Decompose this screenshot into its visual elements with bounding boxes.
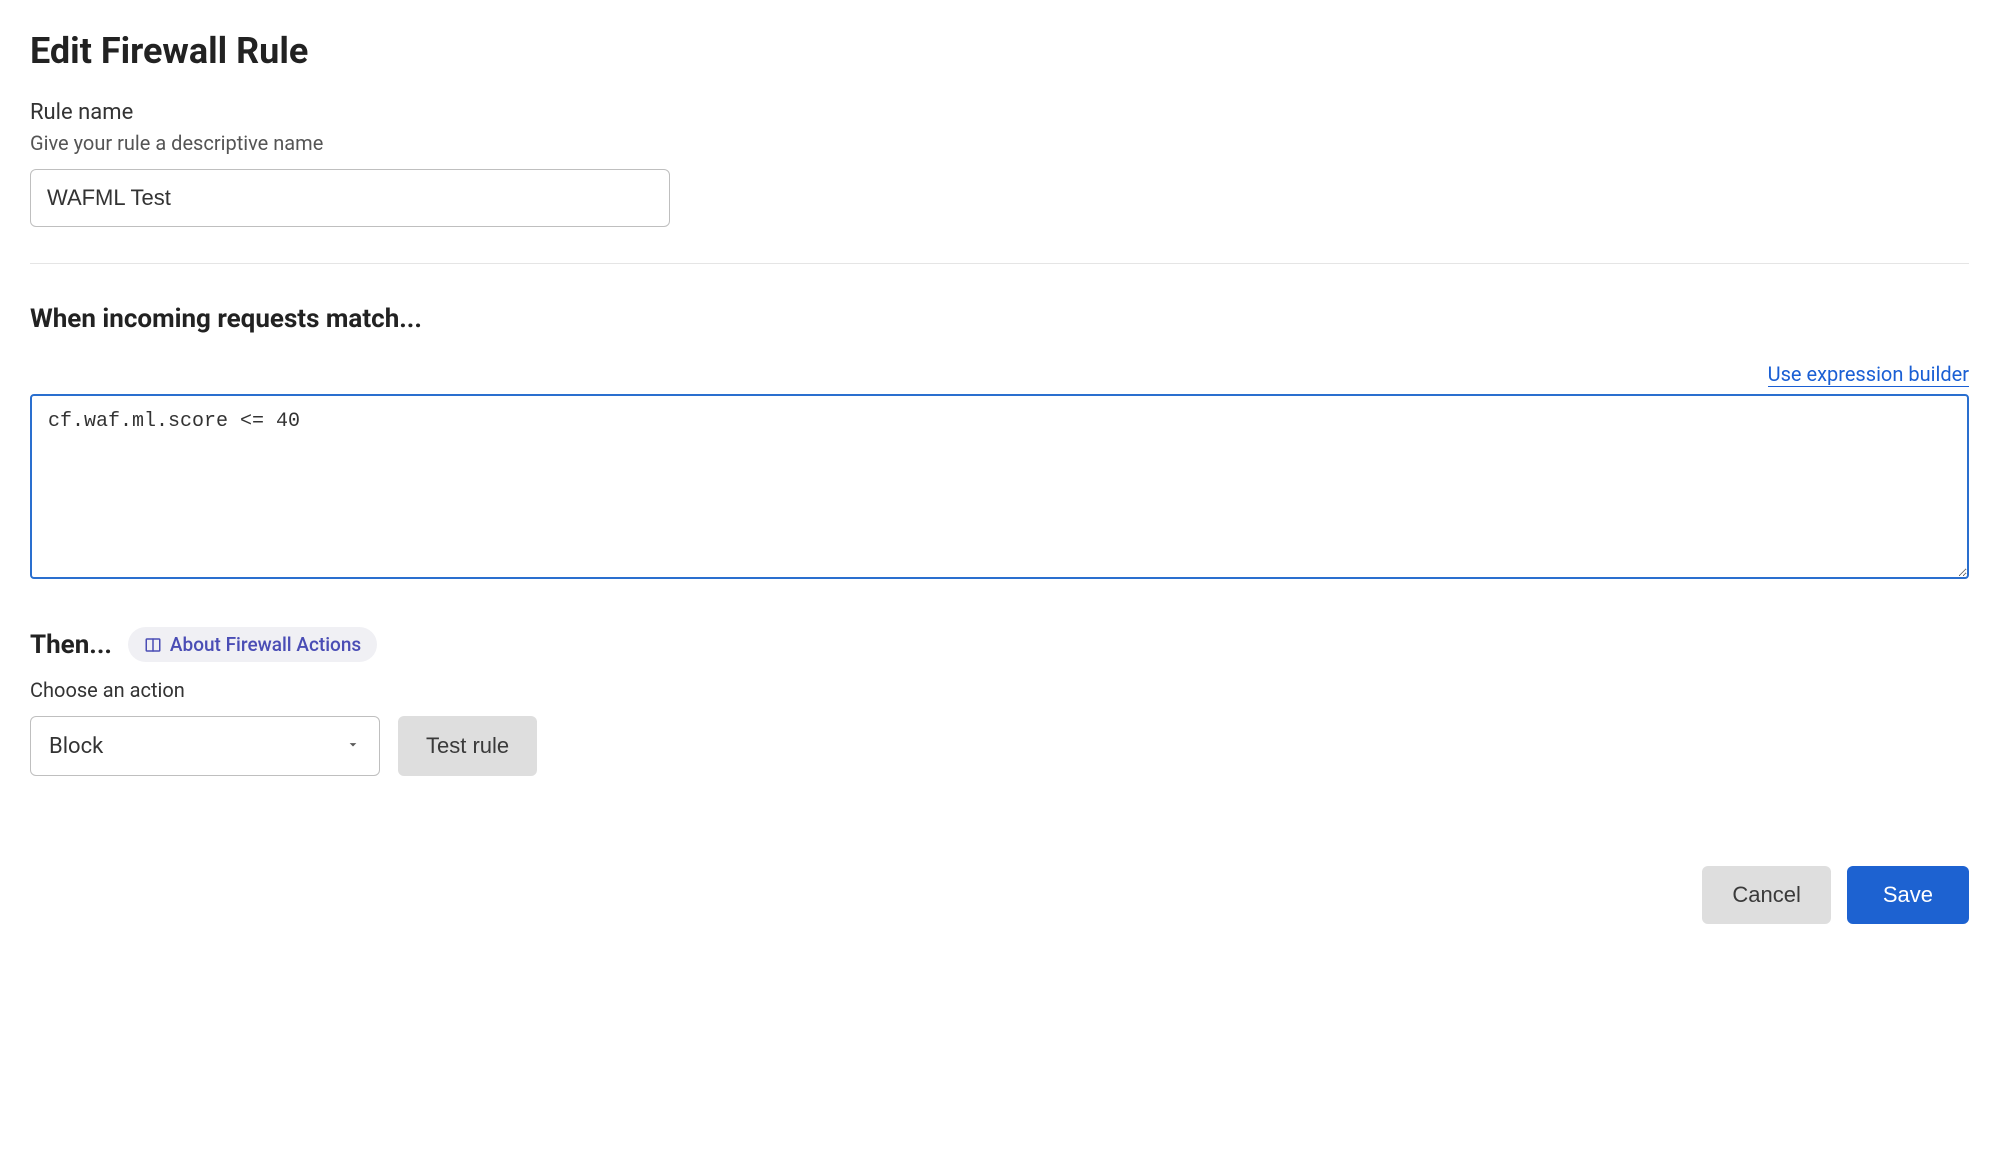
action-hint: Choose an action	[30, 678, 1969, 702]
then-header-row: Then... About Firewall Actions	[30, 627, 1969, 662]
action-select-value: Block	[49, 734, 103, 759]
cancel-button[interactable]: Cancel	[1702, 866, 1830, 924]
then-heading: Then...	[30, 630, 112, 660]
page-title: Edit Firewall Rule	[30, 30, 1969, 72]
expression-builder-link[interactable]: Use expression builder	[1768, 362, 1969, 387]
match-heading: When incoming requests match...	[30, 304, 1969, 334]
about-firewall-actions-link[interactable]: About Firewall Actions	[128, 627, 377, 662]
rule-name-input[interactable]	[30, 169, 670, 227]
section-divider	[30, 263, 1969, 264]
rule-name-label: Rule name	[30, 100, 1969, 125]
chevron-down-icon	[345, 734, 361, 759]
action-select[interactable]: Block	[30, 716, 380, 776]
about-firewall-actions-label: About Firewall Actions	[170, 633, 361, 656]
action-row: Block Test rule	[30, 716, 1969, 776]
book-icon	[144, 636, 162, 654]
rule-name-hint: Give your rule a descriptive name	[30, 131, 1969, 155]
expression-textarea[interactable]: cf.waf.ml.score <= 40	[30, 394, 1969, 579]
save-button[interactable]: Save	[1847, 866, 1969, 924]
rule-name-section: Rule name Give your rule a descriptive n…	[30, 100, 1969, 227]
footer-actions: Cancel Save	[30, 866, 1969, 924]
match-section: When incoming requests match... Use expr…	[30, 304, 1969, 583]
test-rule-button[interactable]: Test rule	[398, 716, 537, 776]
